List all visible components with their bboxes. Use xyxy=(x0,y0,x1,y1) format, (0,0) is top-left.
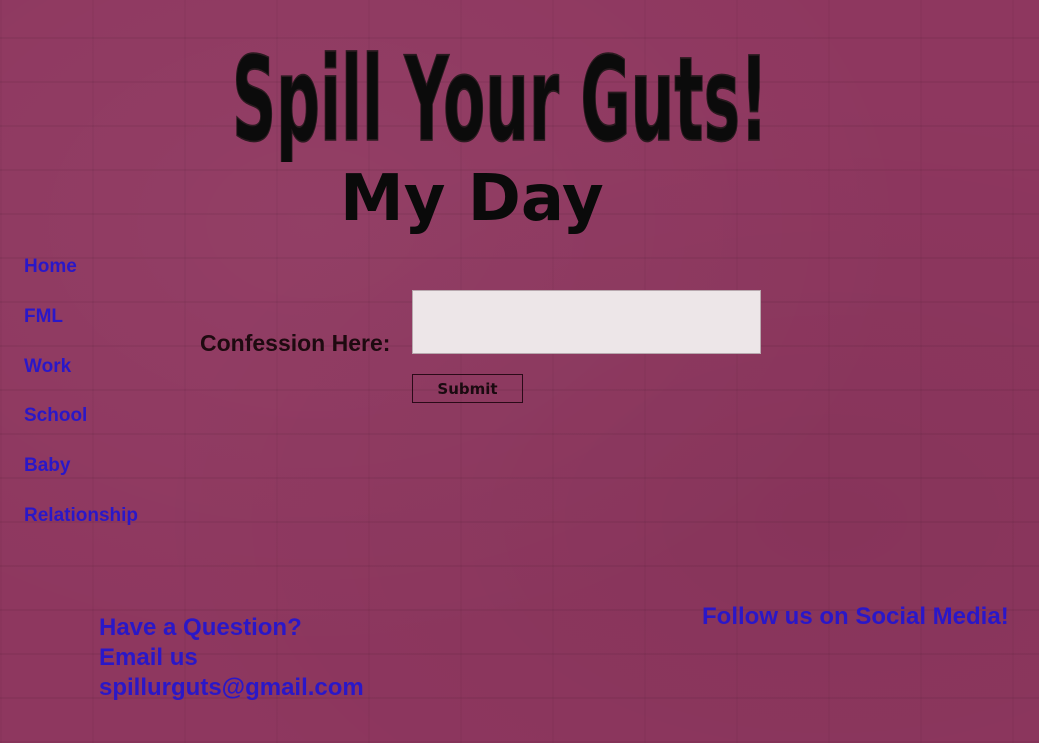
nav-link-baby[interactable]: Baby xyxy=(24,453,70,479)
nav-item-baby: Baby xyxy=(24,453,138,503)
contact-section: Have a Question? Email us spillurguts@gm… xyxy=(99,613,364,703)
nav-link-relationship[interactable]: Relationship xyxy=(24,503,138,529)
confession-label: Confession Here: xyxy=(200,330,391,356)
site-logo: Spill Your Guts! xyxy=(231,33,769,162)
sidebar-nav: Home FML Work School Baby Relationship xyxy=(24,254,138,553)
contact-email-link[interactable]: spillurguts@gmail.com xyxy=(99,674,364,701)
contact-email-row: spillurguts@gmail.com xyxy=(99,673,364,703)
contact-email-prompt: Email us xyxy=(99,644,198,671)
contact-question: Have a Question? xyxy=(99,614,302,641)
nav-item-fml: FML xyxy=(24,304,138,354)
svg-text:Spill Your Guts!: Spill Your Guts! xyxy=(232,33,768,162)
nav-item-relationship: Relationship xyxy=(24,503,138,553)
nav-link-home[interactable]: Home xyxy=(24,254,77,280)
nav-link-work[interactable]: Work xyxy=(24,354,71,380)
page-title: My Day xyxy=(340,162,604,236)
nav-item-work: Work xyxy=(24,354,138,404)
nav-link-fml[interactable]: FML xyxy=(24,304,63,330)
submit-button[interactable]: Submit xyxy=(412,374,523,403)
nav-link-school[interactable]: School xyxy=(24,403,87,429)
nav-item-school: School xyxy=(24,403,138,453)
social-media-heading: Follow us on Social Media! xyxy=(702,603,1009,630)
nav-item-home: Home xyxy=(24,254,138,304)
confession-input[interactable] xyxy=(412,290,761,354)
